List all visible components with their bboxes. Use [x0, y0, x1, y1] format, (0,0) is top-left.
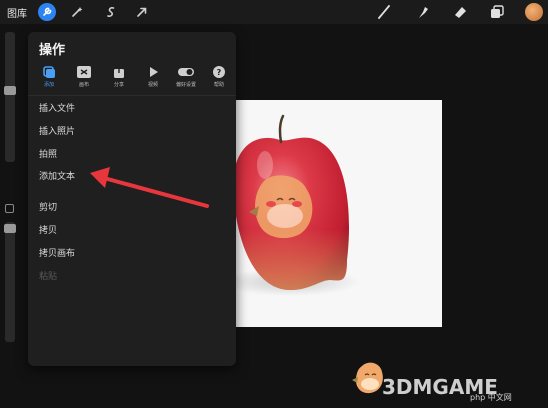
- menu-add-text[interactable]: 添加文本: [39, 169, 75, 182]
- actions-tabs: 添加 画布 分享 视频 偏好设置 ? 帮助: [32, 64, 232, 94]
- canvas-icon: [76, 65, 92, 79]
- layers-icon[interactable]: [488, 3, 506, 21]
- add-icon: [41, 65, 57, 79]
- menu-insert-file[interactable]: 插入文件: [39, 101, 75, 114]
- tab-canvas[interactable]: 画布: [67, 64, 101, 94]
- tab-add[interactable]: 添加: [32, 64, 66, 94]
- brush-size-slider[interactable]: [5, 32, 15, 162]
- arrow-cursor-icon[interactable]: [133, 3, 151, 21]
- tabs-divider: [28, 95, 236, 96]
- left-sidebar: [2, 32, 16, 362]
- modify-button[interactable]: [5, 204, 14, 213]
- tab-preferences[interactable]: 偏好设置: [169, 64, 203, 94]
- menu-paste[interactable]: 粘贴: [39, 269, 57, 282]
- wrench-icon[interactable]: [38, 3, 56, 21]
- tab-help[interactable]: ? 帮助: [202, 64, 236, 94]
- menu-copy[interactable]: 拷贝: [39, 223, 57, 236]
- panel-title: 操作: [39, 43, 66, 58]
- watermark-php: php 中文网: [470, 393, 512, 402]
- opacity-slider[interactable]: [5, 222, 15, 342]
- tab-video[interactable]: 视频: [136, 64, 170, 94]
- share-icon: [111, 65, 127, 79]
- tab-share[interactable]: 分享: [102, 64, 136, 94]
- help-icon: ?: [211, 65, 227, 79]
- smudge-icon[interactable]: [414, 3, 432, 21]
- actions-panel: 操作 添加 画布 分享 视频 偏好设置 ? 帮助 插入文件 插入照片 拍照 添加…: [28, 32, 236, 366]
- brush-icon[interactable]: [375, 3, 393, 21]
- menu-take-photo[interactable]: 拍照: [39, 147, 57, 160]
- s-curve-icon[interactable]: [102, 3, 120, 21]
- watermark-mascot-logo: [352, 360, 386, 396]
- svg-text:?: ?: [217, 68, 222, 77]
- video-icon: [145, 65, 161, 79]
- eraser-icon[interactable]: [451, 3, 469, 21]
- toggle-icon: [178, 65, 194, 79]
- opacity-thumb[interactable]: [4, 224, 16, 233]
- magic-wand-icon[interactable]: [68, 3, 86, 21]
- canvas-artwork[interactable]: [235, 100, 442, 327]
- color-picker-swatch[interactable]: [525, 3, 543, 21]
- menu-copy-canvas[interactable]: 拷贝画布: [39, 246, 75, 259]
- menu-insert-photo[interactable]: 插入照片: [39, 124, 75, 137]
- apple-image: [235, 114, 360, 296]
- gallery-button[interactable]: 图库: [7, 5, 27, 20]
- top-toolbar: 图库: [0, 0, 548, 24]
- menu-cut[interactable]: 剪切: [39, 200, 57, 213]
- brush-size-thumb[interactable]: [4, 86, 16, 95]
